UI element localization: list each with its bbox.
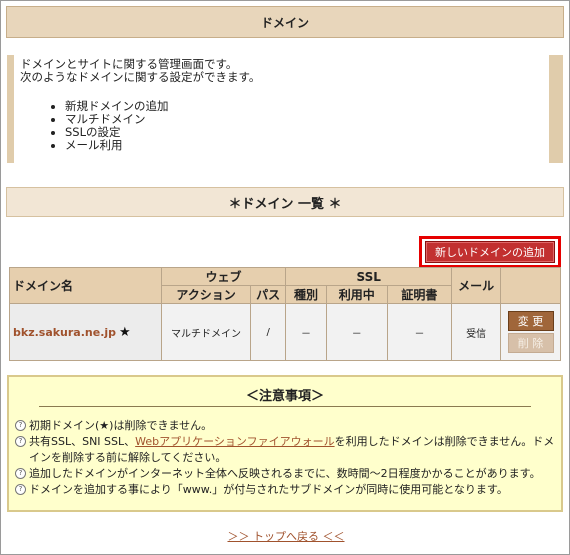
col-domain-name: ドメイン名 bbox=[9, 267, 162, 304]
col-operations bbox=[500, 267, 561, 304]
note-text: 追加したドメインがインターネット全体へ反映されるまでに、数時間～2日程度かかるこ… bbox=[29, 467, 541, 480]
col-action: アクション bbox=[160, 285, 252, 304]
notes-list: ? 初期ドメイン(★)は削除できません。 ? 共有SSL、SNI SSL、Webアプ… bbox=[9, 418, 561, 498]
domain-list-heading-text: ＊ドメイン 一覧 ＊ bbox=[228, 196, 342, 212]
question-icon: ? bbox=[15, 468, 26, 479]
note-item: ? ドメインを追加する事により「www.」が付与されたサブドメインが同時に使用可能… bbox=[15, 482, 555, 498]
col-ssl-type: 種別 bbox=[285, 285, 327, 304]
col-web: ウェブ bbox=[160, 267, 287, 286]
note-text: 共有SSL、SNI SSL、 bbox=[29, 435, 136, 448]
back-to-top: ＞＞ トップへ戻る ＜＜ bbox=[1, 528, 570, 544]
col-mail: メール bbox=[451, 267, 502, 304]
col-ssl-cert: 証明書 bbox=[386, 285, 453, 304]
notes-divider bbox=[39, 406, 531, 407]
note-text: 初期ドメイン(★)は削除できません。 bbox=[29, 419, 213, 432]
note-item: ? 共有SSL、SNI SSL、Webアプリケーションファイアウォールを利用したド… bbox=[15, 434, 555, 466]
page-title: ドメイン bbox=[6, 6, 564, 38]
intro-line: 次のようなドメインに関する設定ができます。 bbox=[20, 70, 261, 84]
question-icon: ? bbox=[15, 436, 26, 447]
feature-item: マルチドメイン bbox=[65, 113, 543, 126]
col-ssl-in-use: 利用中 bbox=[325, 285, 388, 304]
domain-cell: bkz.sakura.ne.jp ★ bbox=[9, 303, 162, 361]
path-cell: / bbox=[250, 303, 287, 361]
waf-link[interactable]: Webアプリケーションファイアウォール bbox=[135, 435, 334, 448]
intro-box: ドメインとサイトに関する管理画面です。 次のようなドメインに関する設定ができます… bbox=[7, 55, 563, 163]
action-cell: マルチドメイン bbox=[160, 303, 252, 361]
domain-list-heading: ＊ドメイン 一覧 ＊ bbox=[6, 187, 564, 217]
change-button[interactable]: 変 更 bbox=[507, 311, 554, 331]
ssl-in-use-cell: － bbox=[325, 303, 388, 361]
add-domain-button[interactable]: 新しいドメインの追加 bbox=[425, 241, 555, 263]
feature-item: SSLの設定 bbox=[65, 126, 543, 139]
ssl-cert-cell: － bbox=[386, 303, 453, 361]
question-icon: ? bbox=[15, 484, 26, 495]
domain-table: ドメイン名 ウェブ SSL メール アクション パス 種別 利用中 証明書 bk… bbox=[9, 267, 561, 361]
ssl-type-cell: － bbox=[285, 303, 327, 361]
add-domain-highlight: 新しいドメインの追加 bbox=[419, 236, 561, 268]
notes-box: ＜注意事項＞ ? 初期ドメイン(★)は削除できません。 ? 共有SSL、SNI SS… bbox=[7, 375, 563, 512]
notes-title: ＜注意事項＞ bbox=[245, 389, 324, 404]
primary-domain-star-icon: ★ bbox=[119, 324, 131, 340]
note-item: ? 初期ドメイン(★)は削除できません。 bbox=[15, 418, 555, 434]
domain-panel: ドメイン ドメインとサイトに関する管理画面です。 次のようなドメインに関する設定… bbox=[0, 0, 570, 555]
operations-cell: 変 更 削 除 bbox=[500, 303, 561, 361]
col-ssl: SSL bbox=[285, 267, 453, 286]
feature-list: 新規ドメインの追加 マルチドメイン SSLの設定 メール利用 bbox=[20, 100, 543, 152]
feature-item: メール利用 bbox=[65, 139, 543, 152]
note-item: ? 追加したドメインがインターネット全体へ反映されるまでに、数時間～2日程度かかる… bbox=[15, 466, 555, 482]
col-path: パス bbox=[250, 285, 287, 304]
domain-link[interactable]: bkz.sakura.ne.jp bbox=[13, 326, 116, 339]
table-row: bkz.sakura.ne.jp ★ マルチドメイン / － － － 受信 変 更… bbox=[9, 303, 561, 361]
question-icon: ? bbox=[15, 420, 26, 431]
back-to-top-link[interactable]: ＞＞ トップへ戻る ＜＜ bbox=[228, 530, 345, 543]
mail-cell: 受信 bbox=[451, 303, 502, 361]
note-text: ドメインを追加する事により「www.」が付与されたサブドメインが同時に使用可能と… bbox=[29, 483, 508, 496]
delete-button: 削 除 bbox=[507, 333, 554, 353]
page-title-text: ドメイン bbox=[260, 15, 309, 30]
